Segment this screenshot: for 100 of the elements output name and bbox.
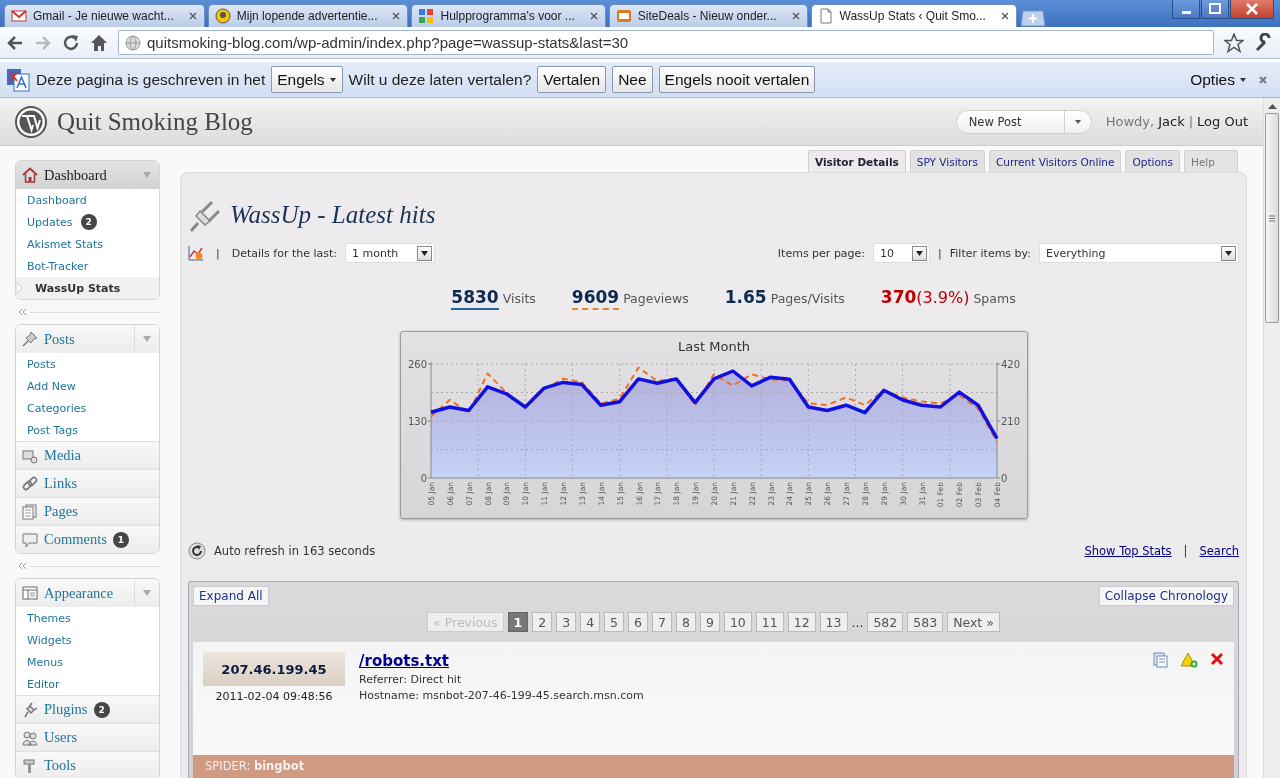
page-button[interactable]: 11 [755,612,784,632]
logout-link[interactable]: Log Out [1197,114,1248,129]
page-button[interactable]: Next » [947,612,1000,632]
close-icon[interactable] [1230,0,1274,19]
menu-item[interactable]: Users [16,723,159,751]
page-button[interactable]: 582 [867,612,904,632]
translate-button[interactable]: Nee [612,66,653,93]
page-button[interactable]: 12 [787,612,816,632]
user-link[interactable]: Jack [1158,114,1185,129]
y-tick-label: 260 [407,359,427,370]
submenu-item[interactable]: Widgets [16,629,159,651]
scroll-up-icon[interactable] [1267,103,1277,109]
period-label: Details for the last: [231,246,338,260]
close-icon[interactable] [187,11,198,21]
page-button[interactable]: 9 [699,612,720,632]
caret-icon [142,171,152,179]
envelope-icon [11,8,27,24]
page-button[interactable]: 6 [628,612,648,632]
browser-tab[interactable]: WassUp Stats ‹ Quit Smo... [810,4,1017,27]
close-icon[interactable] [588,11,599,21]
top-stats-link[interactable]: Show Top Stats [1084,544,1172,558]
page-button[interactable]: 1 [507,612,529,632]
translate-icon [6,67,30,92]
submenu-item[interactable]: Akismet Stats [16,233,159,255]
page-button[interactable]: 3 [556,612,577,632]
refresh-icon[interactable] [188,542,206,560]
page-button[interactable]: 2 [532,612,553,632]
collapse-icon[interactable] [17,308,27,316]
page-button[interactable]: 13 [819,612,848,632]
page-button[interactable]: 4 [580,612,601,632]
page-button[interactable]: 583 [907,612,944,632]
collapse-icon[interactable] [17,562,27,570]
referrer-text: Referrer: Direct hit [359,673,463,686]
submenu-item[interactable]: Categories [16,397,159,419]
document-icon[interactable] [1152,652,1168,668]
submenu-item[interactable]: Menus [16,651,159,673]
star-icon[interactable] [1224,32,1244,53]
close-icon[interactable] [1258,74,1268,85]
period-dropdown[interactable]: 1 month [345,243,436,263]
tab[interactable]: Current Visitors Online [988,150,1122,172]
items-per-page-dropdown[interactable]: 10 [873,243,931,263]
reload-icon[interactable] [62,33,80,52]
menu-item[interactable]: Pages [16,497,159,525]
menu-item[interactable]: Plugins 2 [16,695,159,723]
tab[interactable]: SPY Visitors [909,150,985,172]
scrollbar-thumb[interactable] [1265,113,1279,323]
page-button[interactable]: 10 [723,612,752,632]
submenu-item[interactable]: WassUp Stats [16,277,159,299]
options-menu[interactable]: Opties [1185,66,1252,93]
home-icon[interactable] [90,33,108,52]
pagination-ellipsis: ... [851,613,864,632]
delete-icon[interactable] [1210,652,1224,666]
chart-settings-icon[interactable] [188,245,204,261]
browser-tab[interactable]: Gmail - Je nieuwe wacht... [4,4,205,27]
menu-item[interactable]: Dashboard [16,161,159,189]
submenu-item[interactable]: Dashboard [16,189,159,211]
address-field[interactable]: quitsmoking-blog.com/wp-admin/index.php?page=wassup-stats&last=30 [118,30,1214,55]
new-post-dropdown[interactable]: New Post [955,109,1092,134]
browser-tab[interactable]: SiteDeals - Nieuw onder... [608,4,808,27]
browser-tab[interactable]: Hulpprogramma's voor ... [411,4,606,27]
submenu-item[interactable]: Updates 2 [16,211,159,233]
close-icon[interactable] [999,11,1010,21]
expand-all-button[interactable]: Expand All [193,586,269,606]
count-badge: 1 [112,531,129,548]
translate-button[interactable]: Engels nooit vertalen [658,66,816,93]
minimize-icon[interactable] [1172,0,1200,19]
menu-item[interactable]: Appearance [16,579,159,607]
submenu-item[interactable]: Post Tags [16,419,159,441]
tab[interactable]: Visitor Details [807,150,906,172]
back-arrow-icon[interactable] [6,34,24,51]
new-tab-icon[interactable] [1019,10,1046,27]
url-link[interactable]: /robots.txt [359,652,450,670]
maximize-icon[interactable] [1201,0,1229,19]
page-button[interactable]: 5 [604,612,625,632]
menu-item[interactable]: Tools [16,751,159,778]
caret-icon [1225,250,1232,256]
warning-plus-icon[interactable] [1180,652,1198,668]
close-icon[interactable] [391,11,402,21]
page-button[interactable]: 7 [652,612,672,632]
tab[interactable]: Options [1125,150,1180,172]
translate-button[interactable]: Vertalen [537,66,607,93]
tab[interactable]: Help [1184,150,1238,172]
submenu-item[interactable]: Themes [16,607,159,629]
language-dropdown[interactable]: Engels [271,66,343,93]
menu-item[interactable]: Links [16,469,159,497]
submenu-item[interactable]: Bot-Tracker [16,255,159,277]
menu-item[interactable]: Comments 1 [16,525,159,553]
collapse-chronology-button[interactable]: Collapse Chronology [1098,586,1234,606]
submenu-item[interactable]: Editor [16,673,159,695]
search-link[interactable]: Search [1199,544,1239,558]
page-button[interactable]: 8 [675,612,696,632]
submenu-item[interactable]: Add New [16,375,159,397]
filter-dropdown[interactable]: Everything [1039,243,1239,263]
caret-icon [1073,117,1082,126]
submenu-item[interactable]: Posts [16,353,159,375]
browser-tab[interactable]: Mijn lopende advertentie... [207,4,409,27]
menu-item[interactable]: Media [16,441,159,469]
spider-bar: SPIDER: bingbot [193,755,1234,778]
close-icon[interactable] [790,11,801,21]
menu-item[interactable]: Posts [16,325,159,353]
